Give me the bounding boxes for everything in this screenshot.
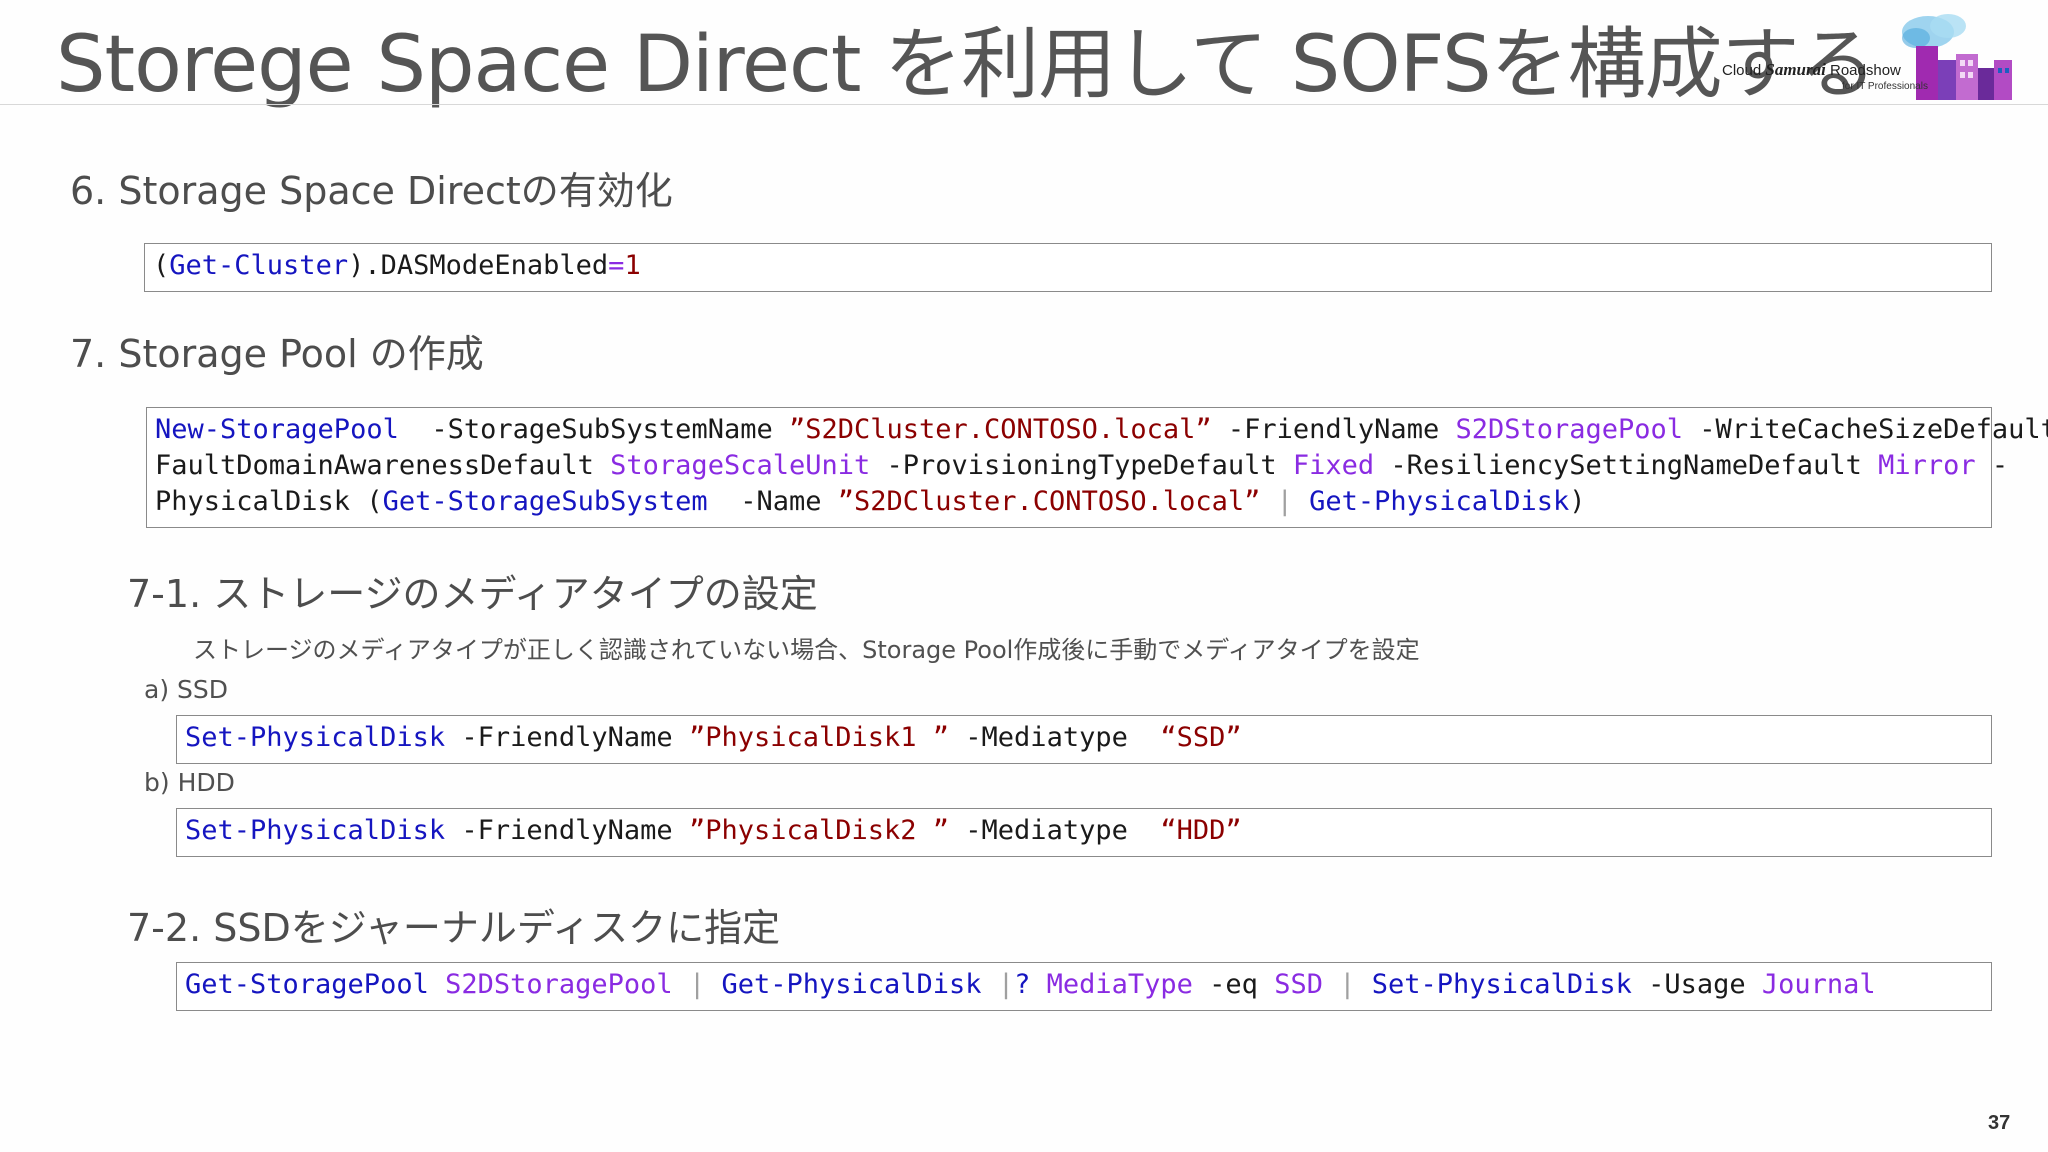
section-6-heading: 6. Storage Space Directの有効化 bbox=[70, 169, 673, 213]
code-cmdlet: New-StoragePool bbox=[155, 414, 399, 445]
code-token: FaultDomainAwarenessDefault bbox=[155, 450, 611, 481]
code-cmdlet: Get-Cluster bbox=[169, 250, 349, 281]
code-pipe: | bbox=[1260, 486, 1310, 517]
title-divider bbox=[0, 104, 2048, 105]
code-cmdlet: Get-StoragePool bbox=[185, 969, 429, 1000]
code-block-set-hdd[interactable]: Set-PhysicalDisk -FriendlyName ”Physical… bbox=[176, 808, 1992, 857]
ssd-label: a) SSD bbox=[144, 675, 229, 704]
code-operator: ? bbox=[1014, 969, 1031, 1000]
section-7-2-heading: 7-2. SSDをジャーナルディスクに指定 bbox=[127, 906, 781, 950]
code-token: -FriendlyName bbox=[445, 815, 689, 846]
code-pipe: | bbox=[1322, 969, 1372, 1000]
hdd-label: b) HDD bbox=[144, 768, 235, 797]
code-token: PhysicalDisk ( bbox=[155, 486, 383, 517]
code-cmdlet: Get-StorageSubSystem bbox=[382, 486, 708, 517]
code-line: PhysicalDisk (Get-StorageSubSystem -Name… bbox=[155, 484, 1983, 520]
code-value: Mirror bbox=[1878, 450, 1976, 481]
code-token: -FriendlyName bbox=[1211, 414, 1456, 445]
code-token: ) bbox=[1569, 486, 1586, 517]
code-line: FaultDomainAwarenessDefault StorageScale… bbox=[155, 448, 2008, 484]
section-7-1-heading: 7-1. ストレージのメディアタイプの設定 bbox=[127, 572, 818, 616]
logo-text-suffix: Roadshow bbox=[1825, 62, 1901, 79]
code-value: Fixed bbox=[1292, 450, 1375, 481]
code-string: ”PhysicalDisk1 ” bbox=[688, 722, 950, 753]
code-token: -WriteCacheSizeDefault bbox=[1683, 414, 2048, 445]
section-7-heading: 7. Storage Pool の作成 bbox=[70, 332, 484, 376]
code-line: Get-StoragePool S2DStoragePool | Get-Phy… bbox=[185, 967, 1983, 1003]
code-token: -ResiliencySettingNameDefault bbox=[1374, 450, 1879, 481]
code-cmdlet: Set-PhysicalDisk bbox=[185, 722, 446, 753]
code-token: -Mediatype bbox=[949, 815, 1161, 846]
code-cmdlet: Get-PhysicalDisk bbox=[721, 969, 982, 1000]
code-token: ).DASModeEnabled bbox=[348, 250, 609, 281]
code-string: ”S2DCluster.CONTOSO.local” bbox=[837, 486, 1261, 517]
logo-text-samurai: Samurai bbox=[1765, 60, 1826, 79]
code-string: ”PhysicalDisk2 ” bbox=[688, 815, 950, 846]
code-pipe: | bbox=[981, 969, 1015, 1000]
code-line: Set-PhysicalDisk -FriendlyName ”Physical… bbox=[185, 720, 1983, 756]
code-pipe: | bbox=[672, 969, 722, 1000]
code-string: “SSD” bbox=[1160, 722, 1242, 753]
code-cmdlet: Get-PhysicalDisk bbox=[1309, 486, 1570, 517]
code-token: -Mediatype bbox=[949, 722, 1161, 753]
code-block-journal[interactable]: Get-StoragePool S2DStoragePool | Get-Phy… bbox=[176, 962, 1992, 1011]
code-value: SSD bbox=[1274, 969, 1323, 1000]
code-block-set-ssd[interactable]: Set-PhysicalDisk -FriendlyName ”Physical… bbox=[176, 715, 1992, 764]
code-token: -eq bbox=[1192, 969, 1275, 1000]
code-value: Journal bbox=[1761, 969, 1876, 1000]
code-token: -FriendlyName bbox=[445, 722, 689, 753]
code-block-das-mode[interactable]: (Get-Cluster).DASModeEnabled=1 bbox=[144, 243, 1992, 292]
cloud-samurai-logo: Cloud Samurai Roadshow for IT Profession… bbox=[1718, 10, 2018, 102]
logo-text-prefix: Cloud bbox=[1722, 62, 1766, 79]
code-string: “HDD” bbox=[1160, 815, 1242, 846]
code-cmdlet: Set-PhysicalDisk bbox=[185, 815, 446, 846]
code-token: -Usage bbox=[1631, 969, 1762, 1000]
code-value: S2DStoragePool bbox=[1455, 414, 1684, 445]
logo-subtext: for IT Professionals bbox=[1842, 81, 1928, 92]
code-block-new-storagepool[interactable]: New-StoragePool -StorageSubSystemName ”S… bbox=[146, 407, 2048, 528]
code-token: -ProvisioningTypeDefault bbox=[870, 450, 1293, 481]
media-type-note: ストレージのメディアタイプが正しく認識されていない場合、Storage Pool… bbox=[193, 636, 1420, 664]
code-token: - bbox=[1975, 450, 2009, 481]
code-value: S2DStoragePool bbox=[428, 969, 673, 1000]
code-line: New-StoragePool -StorageSubSystemName ”S… bbox=[155, 412, 2048, 448]
code-token: -Name bbox=[707, 486, 838, 517]
code-value: StorageScaleUnit bbox=[610, 450, 871, 481]
code-cmdlet: Set-PhysicalDisk bbox=[1371, 969, 1632, 1000]
code-token: -StorageSubSystemName bbox=[398, 414, 789, 445]
page-number: 37 bbox=[1988, 1112, 2011, 1134]
code-value: MediaType bbox=[1030, 969, 1193, 1000]
slide-title: Storege Space Direct を利用して SOFSを構成する bbox=[56, 20, 1877, 110]
code-value: 1 bbox=[624, 250, 641, 281]
code-operator: = bbox=[608, 250, 625, 281]
logo-wordmark: Cloud Samurai Roadshow bbox=[1722, 60, 1901, 80]
code-line: (Get-Cluster).DASModeEnabled=1 bbox=[153, 248, 1983, 284]
code-token: ( bbox=[153, 250, 170, 281]
code-line: Set-PhysicalDisk -FriendlyName ”Physical… bbox=[185, 813, 1983, 849]
code-string: ”S2DCluster.CONTOSO.local” bbox=[788, 414, 1212, 445]
